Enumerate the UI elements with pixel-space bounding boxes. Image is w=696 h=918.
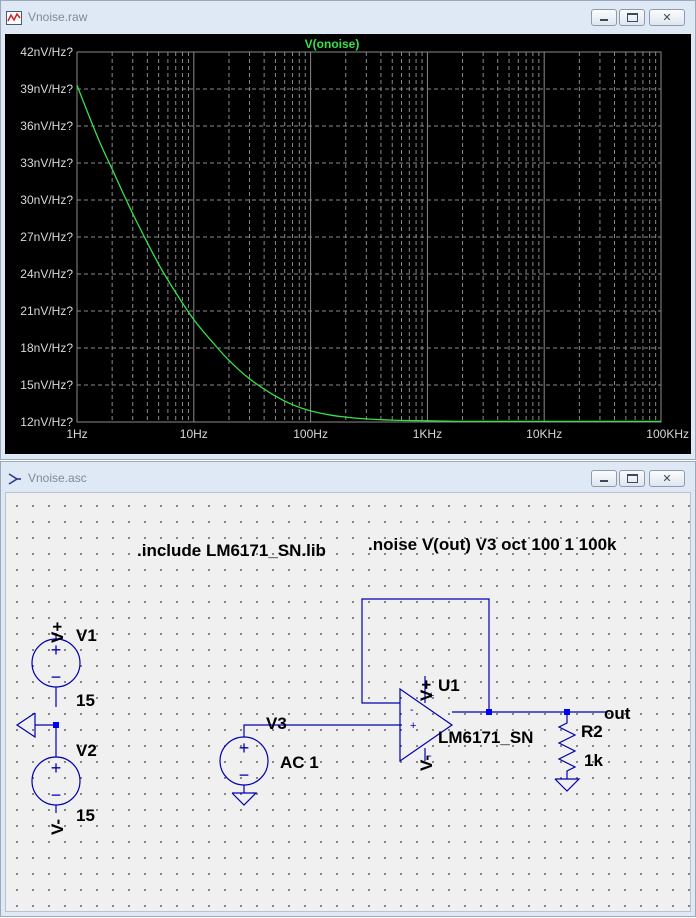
- trace-label[interactable]: V(onoise): [305, 37, 360, 51]
- opamp-vplus-label[interactable]: V+: [417, 680, 436, 701]
- v3-minus-sign: −: [239, 765, 250, 785]
- plot-maximize-button[interactable]: [619, 9, 645, 26]
- trace-v-onoise[interactable]: [76, 85, 661, 423]
- u1-model[interactable]: LM6171_SN: [438, 728, 533, 747]
- ground-r2[interactable]: [554, 778, 581, 792]
- x-tick-label: 1Hz: [66, 427, 87, 441]
- y-tick-label: 18nV/Hz?: [20, 341, 73, 355]
- plot-area[interactable]: 42nV/Hz? 39nV/Hz? 36nV/Hz? 33nV/Hz? 30nV/Hz?…: [5, 34, 691, 454]
- v3-value[interactable]: AC 1: [280, 753, 319, 772]
- schematic-icon: [8, 473, 21, 485]
- v2-plus-sign: +: [51, 758, 62, 778]
- plot-close-button[interactable]: ✕: [649, 9, 685, 26]
- v1-source[interactable]: + −: [31, 633, 81, 707]
- schematic-canvas[interactable]: .include LM6171_SN.lib .noise V(out) V3 …: [5, 492, 691, 912]
- opamp-vminus-label[interactable]: V-: [417, 755, 436, 771]
- v1-name[interactable]: V1: [76, 626, 97, 645]
- y-tick-label: 33nV/Hz?: [20, 156, 73, 170]
- minimize-icon: [600, 18, 608, 21]
- schematic-window[interactable]: Vnoise.asc ✕ .include LM6171_SN.lib .noi…: [0, 461, 696, 917]
- close-icon: ✕: [662, 472, 672, 485]
- maximize-icon: [626, 474, 638, 483]
- waveform-icon: [6, 11, 22, 25]
- y-tick-label: 30nV/Hz?: [20, 193, 73, 207]
- out-net-label[interactable]: out: [604, 704, 631, 723]
- u1-name[interactable]: U1: [438, 676, 460, 695]
- schematic-minimize-button[interactable]: [591, 470, 617, 487]
- y-tick-label: 27nV/Hz?: [20, 230, 73, 244]
- v2-source[interactable]: + −: [31, 725, 81, 813]
- opamp-plus-pin-label: +: [410, 720, 416, 732]
- v3-name[interactable]: V3: [266, 714, 287, 733]
- ground-v3[interactable]: [231, 792, 258, 806]
- maximize-icon: [626, 13, 638, 22]
- y-tick-label: 36nV/Hz?: [20, 119, 73, 133]
- r2-name[interactable]: R2: [581, 722, 603, 741]
- x-tick-label: 10Hz: [180, 427, 208, 441]
- include-directive[interactable]: .include LM6171_SN.lib: [137, 541, 326, 560]
- x-tick-label: 100KHz: [646, 427, 689, 441]
- schematic-drawing[interactable]: .include LM6171_SN.lib .noise V(out) V3 …: [6, 493, 692, 913]
- plot-window-title: Vnoise.raw: [28, 10, 88, 24]
- y-tick-label: 15nV/Hz?: [20, 378, 73, 392]
- v2-minus-sign: −: [51, 785, 62, 805]
- x-tick-label: 10KHz: [526, 427, 562, 441]
- y-tick-label: 42nV/Hz?: [20, 45, 73, 59]
- plot-window[interactable]: Vnoise.raw ✕ 42nV/Hz? 39nV/Hz? 36nV/Hz? 33n…: [0, 0, 696, 460]
- x-tick-label: 100Hz: [293, 427, 328, 441]
- plot-minimize-button[interactable]: [591, 9, 617, 26]
- minimize-icon: [600, 479, 608, 482]
- v1-minus-sign: −: [51, 667, 62, 687]
- y-tick-label: 39nV/Hz?: [20, 82, 73, 96]
- opamp-minus-pin-label: -: [410, 704, 414, 716]
- close-icon: ✕: [662, 11, 672, 24]
- v1-value[interactable]: 15: [76, 691, 95, 710]
- vminus-rail-label[interactable]: V-: [48, 819, 67, 835]
- schematic-maximize-button[interactable]: [619, 470, 645, 487]
- r2-value[interactable]: 1k: [584, 751, 603, 770]
- plot-titlebar[interactable]: Vnoise.raw ✕: [1, 1, 695, 33]
- node-dot-feedback: [486, 709, 492, 715]
- vplus-rail-label[interactable]: V+: [48, 622, 67, 643]
- noise-directive[interactable]: .noise V(out) V3 oct 100 1 100k: [368, 535, 617, 554]
- x-tick-label: 1KHz: [413, 427, 442, 441]
- v3-plus-sign: +: [239, 738, 250, 758]
- noise-chart[interactable]: 42nV/Hz? 39nV/Hz? 36nV/Hz? 33nV/Hz? 30nV/Hz?…: [5, 34, 691, 454]
- schematic-window-title: Vnoise.asc: [28, 471, 87, 485]
- y-tick-label: 24nV/Hz?: [20, 267, 73, 281]
- v2-name[interactable]: V2: [76, 741, 97, 760]
- v2-value[interactable]: 15: [76, 806, 95, 825]
- schematic-close-button[interactable]: ✕: [649, 470, 685, 487]
- resistor-r2[interactable]: [557, 712, 577, 779]
- ground-left[interactable]: [15, 712, 56, 739]
- y-tick-label: 21nV/Hz?: [20, 304, 73, 318]
- schematic-titlebar[interactable]: Vnoise.asc ✕: [1, 462, 695, 494]
